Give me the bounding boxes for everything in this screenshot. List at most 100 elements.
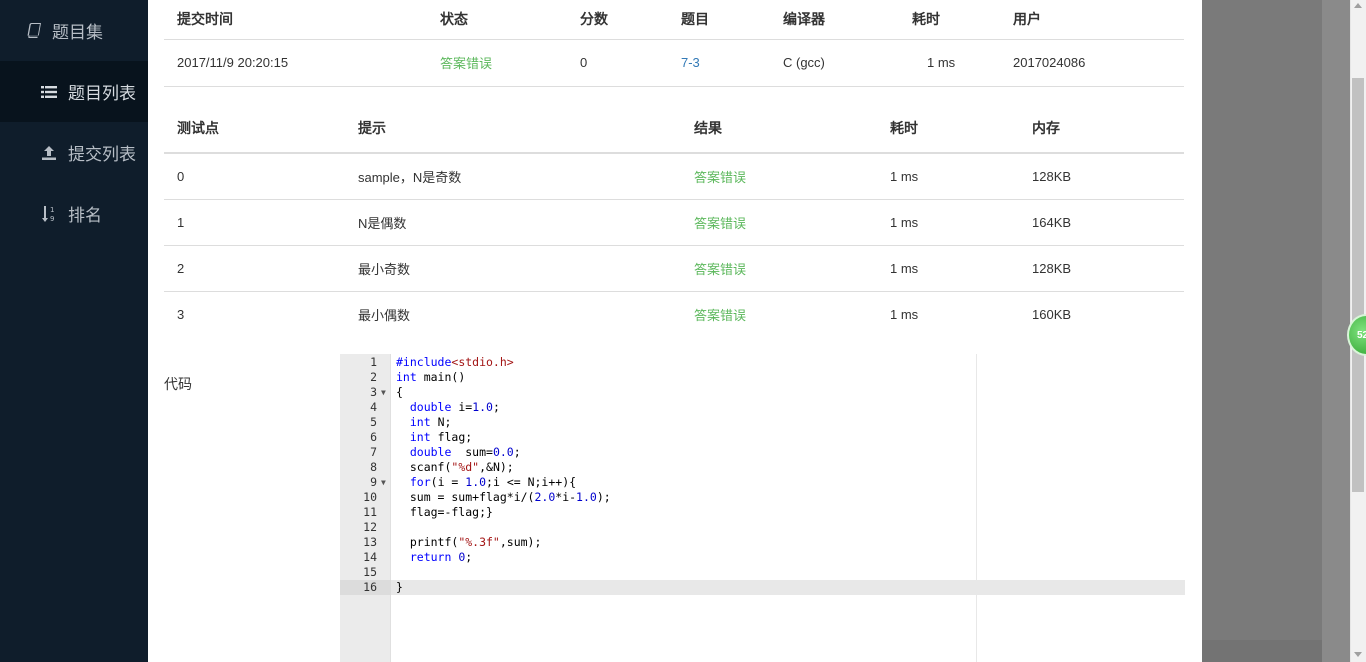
code-text: int flag; xyxy=(409,430,473,444)
problem-link[interactable]: 7-3 xyxy=(668,39,770,87)
compiler: C (gcc) xyxy=(770,39,899,87)
score: 0 xyxy=(567,39,668,87)
sidebar-item-ranking[interactable]: 19 排名 xyxy=(0,183,148,244)
code-line: 5 int N; xyxy=(370,415,452,429)
test-hint: N是偶数 xyxy=(345,199,681,246)
code-text: } xyxy=(396,580,403,594)
code-line: 13 printf("%.3f",sum); xyxy=(363,535,542,549)
column-header: 提示 xyxy=(345,104,681,154)
test-hint: 最小奇数 xyxy=(345,245,681,292)
code-text: sum = sum+flag*i/(2.0*i-1.0); xyxy=(396,490,611,504)
svg-text:1: 1 xyxy=(50,206,54,214)
code-line: 10 sum = sum+flag*i/(2.0*i-1.0); xyxy=(363,490,611,504)
sidebar-item-problem-sets[interactable]: 题目集 xyxy=(0,0,148,61)
code-text: for(i = 1.0;i <= N;i++){ xyxy=(409,475,577,489)
test-id: 1 xyxy=(164,199,345,246)
test-hint: 最小偶数 xyxy=(358,307,411,323)
test-id: 0 xyxy=(164,153,345,200)
code-text: scanf("%d",&N); xyxy=(396,460,514,474)
code-text: return 0; xyxy=(409,550,473,564)
status-badge: 答案错误 xyxy=(427,39,567,87)
test-result: 答案错误 xyxy=(681,199,877,246)
upload-icon xyxy=(40,144,58,162)
sidebar-item-label: 题目列表 xyxy=(68,84,136,103)
test-time: 1 ms xyxy=(890,306,919,322)
column-header: 题目 xyxy=(668,0,770,40)
code-line: 16} xyxy=(363,580,403,594)
code-text: { xyxy=(396,385,403,399)
column-header: 耗时 xyxy=(877,104,1019,154)
code-label: 代码 xyxy=(164,376,192,392)
code-line: 3 ▼{ xyxy=(370,385,403,400)
submission-table: 提交时间 状态 分数 题目 编译器 耗时 用户 2017/11/9 20:20:… xyxy=(164,0,1184,87)
test-result: 答案错误 xyxy=(694,307,747,323)
table-row: 3 最小偶数 答案错误 1 ms 160KB xyxy=(164,291,1184,337)
column-header: 耗时 xyxy=(899,0,1000,40)
test-case-table: 测试点 提示 结果 耗时 内存 0 sample，N是奇数 答案错误 1 ms … xyxy=(164,104,1184,337)
floating-widget-label: 52 xyxy=(1357,329,1366,341)
scrollbar-thumb[interactable] xyxy=(1352,78,1364,492)
code-editor[interactable]: 1 #include<stdio.h> 2 int main() 3 ▼{ 4 dou… xyxy=(340,354,1185,662)
code-line: 9 ▼ for(i = 1.0;i <= N;i++){ xyxy=(370,475,577,490)
code-text: printf("%.3f",sum); xyxy=(396,535,542,549)
test-time: 1 ms xyxy=(877,153,1019,200)
code-line: 14 return 0; xyxy=(363,550,473,564)
test-hint: sample，N是奇数 xyxy=(345,153,681,200)
table-row: 2017/11/9 20:20:15 答案错误 0 7-3 C (gcc) 1 … xyxy=(164,39,1184,87)
code-line: 12 xyxy=(363,520,377,534)
code-line: 2 int main() xyxy=(370,370,466,384)
book-icon xyxy=(24,22,42,40)
code-line: 11 flag=-flag;} xyxy=(363,505,493,519)
column-header: 内存 xyxy=(1019,104,1184,154)
sidebar-item-label: 提交列表 xyxy=(68,145,136,164)
test-memory: 160KB xyxy=(1032,306,1072,322)
code-line: 4 double i=1.0; xyxy=(370,400,500,414)
code-line: 7 double sum=0.0; xyxy=(370,445,521,459)
column-header: 用户 xyxy=(1000,0,1184,40)
scroll-down-icon[interactable] xyxy=(1354,652,1362,657)
test-memory: 128KB xyxy=(1019,245,1184,292)
fold-arrow-icon[interactable]: ▼ xyxy=(381,385,386,400)
table-row: 0 sample，N是奇数 答案错误 1 ms 128KB xyxy=(164,153,1184,200)
submit-time: 2017/11/9 20:20:15 xyxy=(164,39,427,87)
duration: 1 ms xyxy=(899,39,1000,87)
fold-arrow-icon[interactable]: ▼ xyxy=(381,475,386,490)
test-result: 答案错误 xyxy=(681,153,877,200)
user-id: 2017024086 xyxy=(1000,39,1184,87)
code-text: double i=1.0; xyxy=(409,400,500,414)
code-line: 8 scanf("%d",&N); xyxy=(370,460,514,474)
sidebar: 题目集 题目列表 提交列表 19 排名 xyxy=(0,0,148,662)
column-header: 编译器 xyxy=(770,0,899,40)
code-line: 15 xyxy=(363,565,377,579)
test-result: 答案错误 xyxy=(681,245,877,292)
test-memory: 164KB xyxy=(1019,199,1184,246)
code-text: double sum=0.0; xyxy=(409,445,521,459)
list-icon xyxy=(40,83,58,101)
table-header-row: 提交时间 状态 分数 题目 编译器 耗时 用户 xyxy=(164,0,1184,40)
test-time: 1 ms xyxy=(877,245,1019,292)
test-id: 3 xyxy=(177,306,185,322)
sidebar-item-submission-list[interactable]: 提交列表 xyxy=(0,122,148,183)
column-header: 分数 xyxy=(567,0,668,40)
code-text: int main() xyxy=(396,370,466,384)
test-time: 1 ms xyxy=(877,199,1019,246)
backdrop xyxy=(1322,0,1350,662)
code-line: 1 #include<stdio.h> xyxy=(370,355,514,369)
code-text: #include<stdio.h> xyxy=(396,355,514,369)
submission-detail-panel: 提交时间 状态 分数 题目 编译器 耗时 用户 2017/11/9 20:20:… xyxy=(148,0,1202,662)
sort-numeric-icon: 19 xyxy=(40,205,58,223)
sidebar-item-label: 排名 xyxy=(68,206,102,225)
column-header: 结果 xyxy=(681,104,877,154)
code-text: int N; xyxy=(409,415,452,429)
test-id: 2 xyxy=(164,245,345,292)
column-header: 状态 xyxy=(427,0,567,40)
svg-text:9: 9 xyxy=(50,215,54,223)
scroll-up-icon[interactable] xyxy=(1354,3,1362,8)
column-header: 提交时间 xyxy=(164,0,427,40)
code-line: 6 int flag; xyxy=(370,430,473,444)
sidebar-item-problem-list[interactable]: 题目列表 xyxy=(0,61,148,122)
table-row: 1 N是偶数 答案错误 1 ms 164KB xyxy=(164,199,1184,246)
table-row: 2 最小奇数 答案错误 1 ms 128KB xyxy=(164,245,1184,292)
code-text: flag=-flag;} xyxy=(396,505,493,519)
table-header-row: 测试点 提示 结果 耗时 内存 xyxy=(164,104,1184,154)
